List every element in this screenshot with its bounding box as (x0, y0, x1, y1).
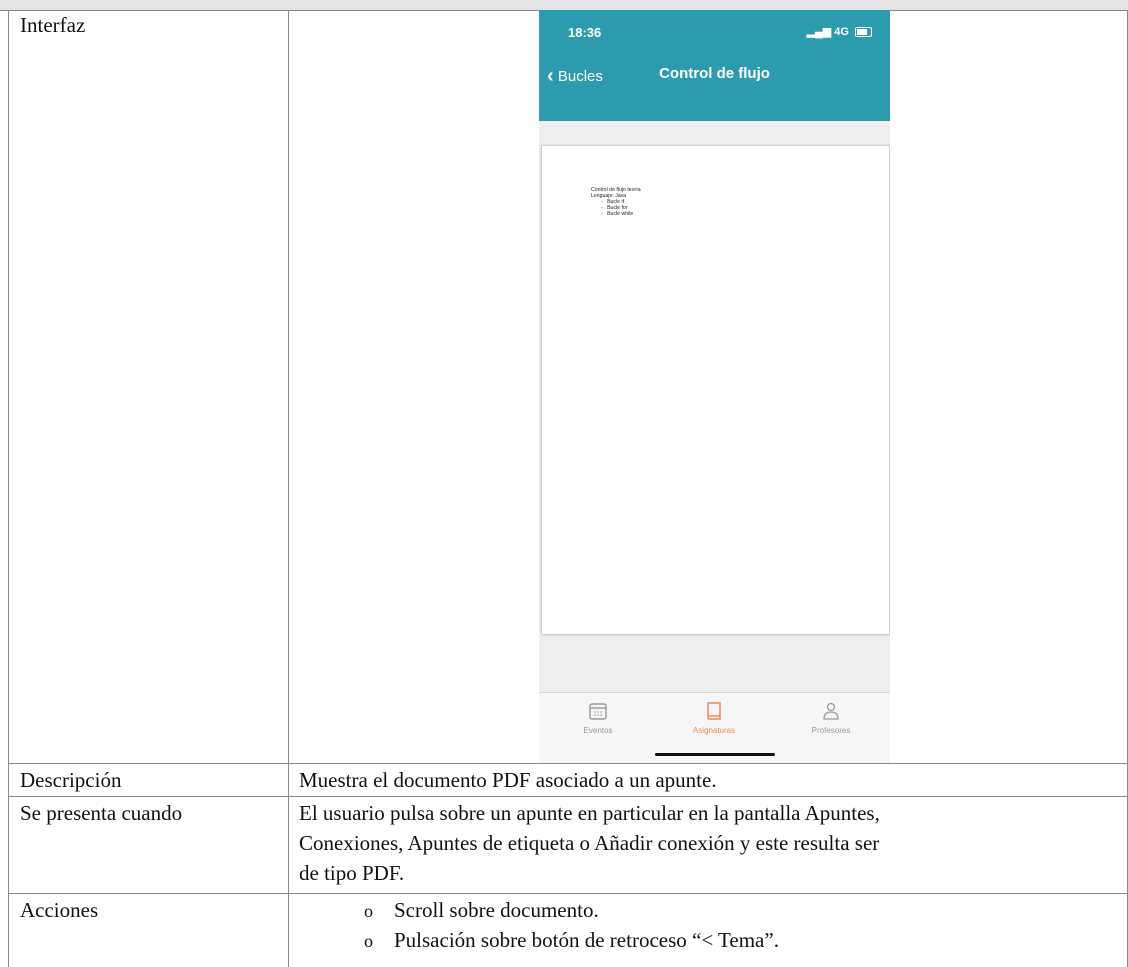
row-label-se-presenta-cuando: Se presenta cuando (20, 801, 183, 825)
tab-profesores-label: Profesores (811, 726, 851, 735)
list-bullet: o (364, 931, 373, 951)
person-icon (823, 702, 839, 720)
home-indicator (655, 753, 775, 756)
pdf-list-dash: - (601, 211, 603, 217)
description-text: Muestra el documento PDF asociado a un a… (299, 768, 717, 792)
signal-icon: ▂▄▆ (806, 26, 832, 38)
action-item: Scroll sobre documento. (394, 898, 599, 922)
book-icon (707, 702, 721, 720)
tab-asignaturas-label: Asignaturas (692, 726, 736, 735)
row-divider-1 (8, 763, 1128, 764)
pdf-list-item-label: Bucle while (607, 211, 634, 217)
pdf-list-item: - Bucle while (591, 211, 641, 217)
phone-screenshot: 18:36 ▂▄▆ 4G ‹ Bucles Control de flujo C… (539, 10, 890, 763)
table-border-middle (288, 10, 289, 967)
row-label-acciones: Acciones (20, 898, 99, 922)
tab-profesores[interactable]: Profesores (781, 701, 881, 735)
status-time: 18:36 (568, 25, 602, 40)
calendar-icon (589, 703, 607, 720)
presenta-text-line: El usuario pulsa sobre un apunte en part… (299, 801, 880, 825)
pdf-document[interactable]: Control de flujo teoría Lenguaje: Java -… (541, 145, 890, 635)
tab-eventos[interactable]: Eventos (548, 701, 648, 735)
row-label-interfaz: Interfaz (20, 13, 86, 37)
table-border-left (8, 10, 9, 967)
tab-asignaturas[interactable]: Asignaturas (664, 701, 764, 735)
presenta-text-line: Conexiones, Apuntes de etiqueta o Añadir… (299, 831, 880, 855)
row-label-descripcion: Descripción (20, 768, 122, 792)
page-title: Control de flujo (659, 65, 770, 82)
row-divider-2 (8, 796, 1128, 797)
battery-icon (855, 27, 872, 38)
status-indicators: ▂▄▆ 4G (806, 25, 872, 38)
list-bullet: o (364, 901, 373, 921)
presenta-text-line: de tipo PDF. (299, 861, 405, 885)
tab-eventos-label: Eventos (583, 726, 613, 735)
row-divider-3 (8, 893, 1128, 894)
network-label: 4G (834, 26, 849, 38)
pdf-content: Control de flujo teoría Lenguaje: Java -… (591, 187, 641, 217)
action-item: Pulsación sobre botón de retroceso “< Te… (394, 928, 779, 952)
app-header: 18:36 ▂▄▆ 4G ‹ Bucles Control de flujo (539, 10, 890, 121)
